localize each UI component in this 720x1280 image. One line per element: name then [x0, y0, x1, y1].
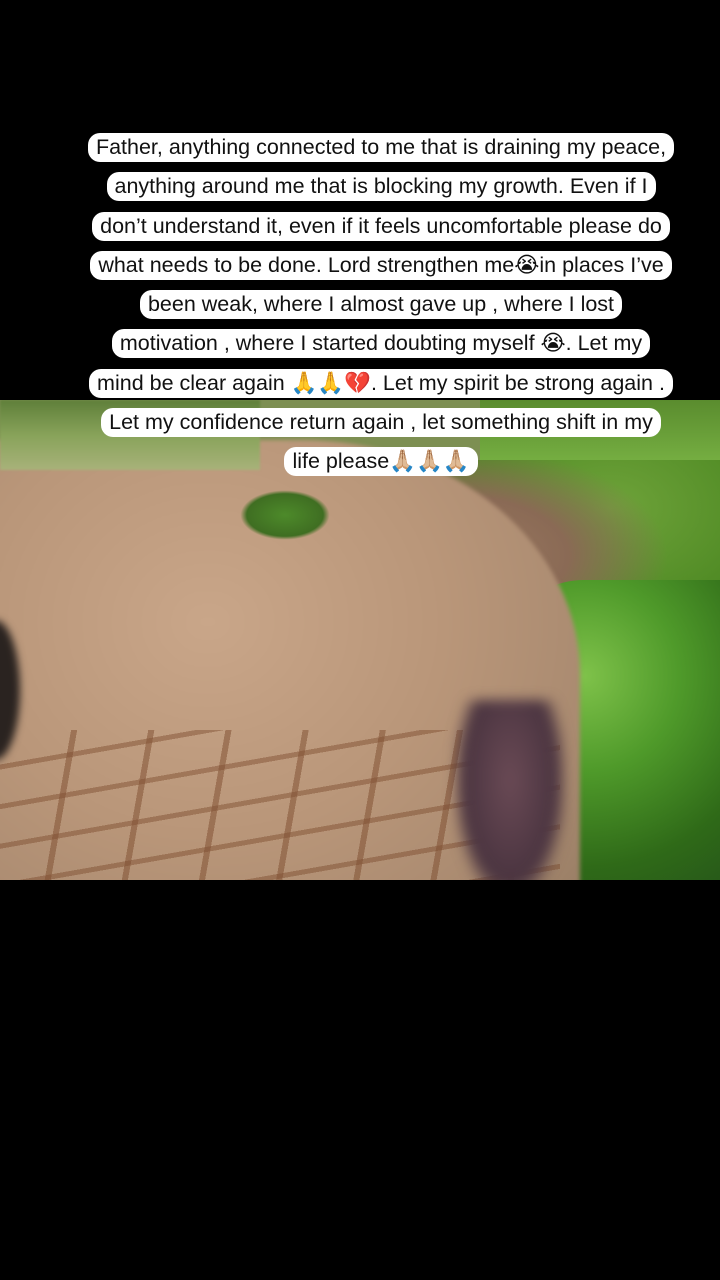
- caption-line: Let my confidence return again , let som…: [36, 403, 720, 442]
- caption-text: Father, anything connected to me that is…: [87, 133, 675, 162]
- caption-line: mind be clear again 🙏🙏💔. Let my spirit b…: [36, 364, 720, 403]
- caption-text: Let my confidence return again , let som…: [101, 408, 661, 438]
- caption-text: mind be clear again 🙏🙏💔. Let my spirit b…: [89, 368, 673, 398]
- caption-text: don’t understand it, even if it feels un…: [92, 211, 670, 241]
- caption-line: anything around me that is blocking my g…: [36, 167, 720, 206]
- caption-line: don’t understand it, even if it feels un…: [36, 207, 720, 246]
- caption-line: been weak, where I almost gave up , wher…: [36, 285, 720, 324]
- caption-line: life please🙏🏼🙏🏼🙏🏼: [36, 442, 720, 481]
- caption-overlay: Father, anything connected to me that is…: [36, 128, 720, 482]
- caption-line: what needs to be done. Lord strengthen m…: [36, 246, 720, 285]
- blurred-finger: [455, 700, 565, 880]
- caption-text: motivation , where I started doubting my…: [111, 329, 651, 359]
- video-screen[interactable]: Father, anything connected to me that is…: [0, 0, 720, 1280]
- caption-line: Father, anything connected to me that is…: [36, 128, 720, 167]
- caption-text: life please🙏🏼🙏🏼🙏🏼: [284, 447, 478, 477]
- caption-text: been weak, where I almost gave up , wher…: [139, 290, 623, 320]
- caption-text: what needs to be done. Lord strengthen m…: [90, 250, 672, 280]
- grass-patch: [240, 490, 330, 540]
- caption-text: anything around me that is blocking my g…: [106, 172, 656, 202]
- caption-line: motivation , where I started doubting my…: [36, 324, 720, 363]
